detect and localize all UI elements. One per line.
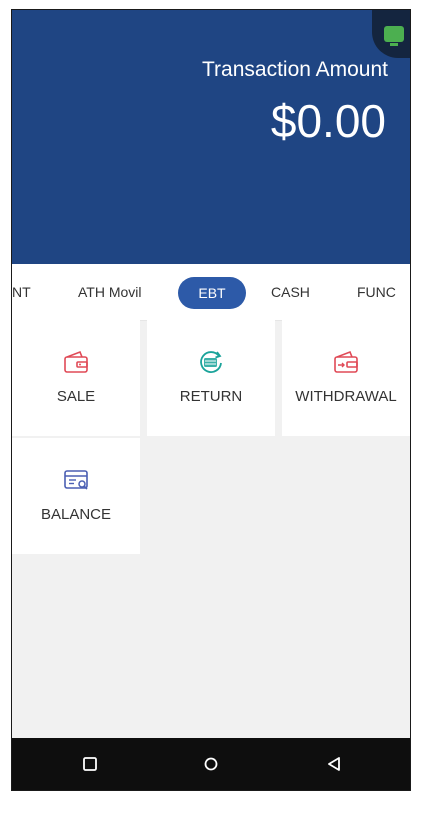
device-screen: Transaction Amount $0.00 NT ATH Movil EB…	[12, 10, 410, 790]
payment-type-tabs: NT ATH Movil EBT CASH FUNC	[12, 264, 410, 321]
tab-ebt[interactable]: EBT	[178, 277, 246, 309]
return-button[interactable]: RETURN	[147, 320, 275, 436]
tab-cash[interactable]: CASH	[271, 264, 310, 320]
tab-nt[interactable]: NT	[12, 264, 31, 320]
balance-button[interactable]: BALANCE	[12, 438, 140, 554]
circle-icon[interactable]	[201, 754, 221, 774]
tab-ath-movil[interactable]: ATH Movil	[78, 264, 142, 320]
withdrawal-button[interactable]: WITHDRAWAL	[282, 320, 410, 436]
terminal-status-icon	[372, 10, 410, 58]
transaction-header: Transaction Amount $0.00	[12, 10, 410, 264]
return-label: RETURN	[179, 388, 243, 405]
transaction-amount-value: $0.00	[270, 95, 386, 147]
wallet-icon	[64, 350, 88, 373]
triangle-back-icon[interactable]	[324, 754, 344, 774]
square-icon[interactable]	[80, 754, 100, 774]
sale-button[interactable]: SALE	[12, 320, 140, 436]
withdrawal-icon	[334, 350, 358, 373]
balance-label: BALANCE	[40, 506, 112, 523]
withdrawal-label: WITHDRAWAL	[295, 388, 397, 405]
tab-func[interactable]: FUNC	[357, 264, 396, 320]
balance-card-icon	[64, 470, 88, 490]
refund-icon	[200, 351, 222, 373]
sale-label: SALE	[56, 388, 96, 405]
transaction-amount-label: Transaction Amount	[202, 58, 388, 81]
system-navigation-bar	[12, 738, 410, 790]
